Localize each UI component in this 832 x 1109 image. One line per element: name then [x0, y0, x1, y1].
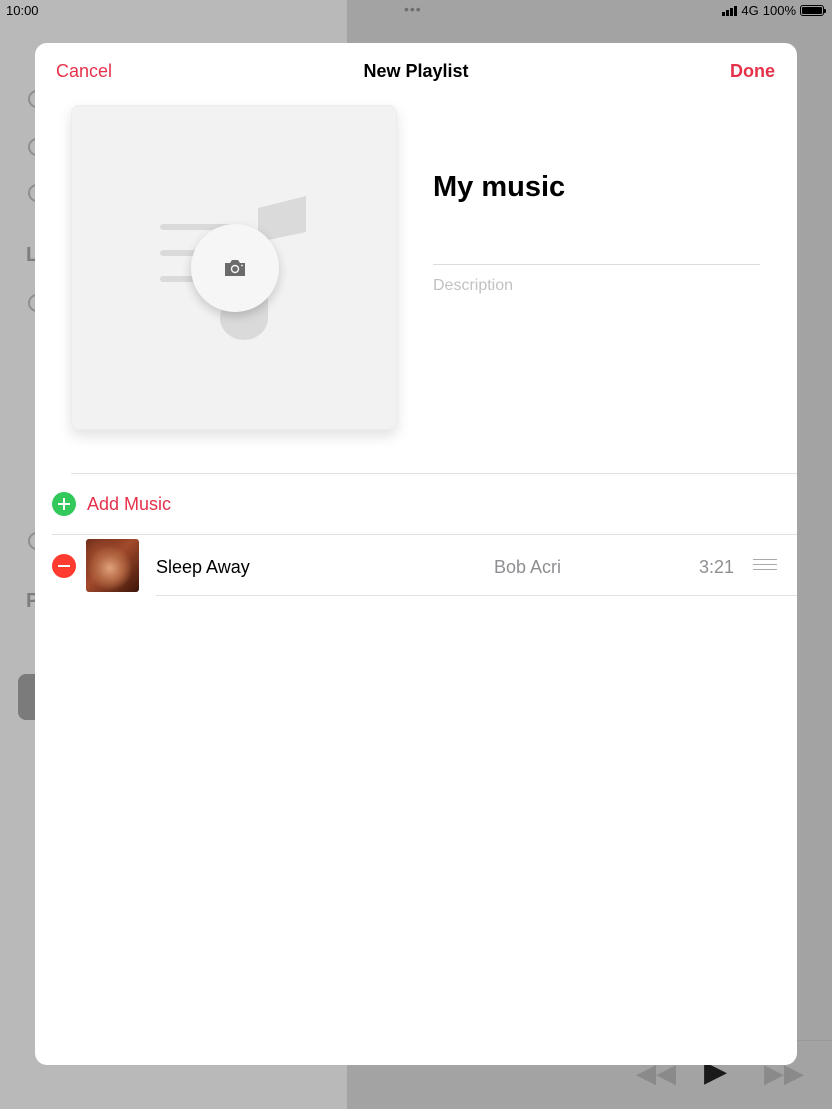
camera-button[interactable] [191, 224, 279, 312]
track-row[interactable]: Sleep Away Bob Acri 3:21 [35, 535, 797, 595]
done-button[interactable]: Done [730, 61, 775, 82]
plus-circle-icon [52, 492, 76, 516]
name-divider [433, 264, 760, 265]
status-time: 10:00 [6, 3, 39, 18]
row-divider [156, 595, 797, 596]
sheet-title: New Playlist [363, 61, 469, 81]
battery-percent: 100% [762, 3, 796, 18]
add-music-label: Add Music [87, 493, 172, 514]
drag-handle-icon[interactable] [753, 559, 777, 571]
status-bar: 10:00 ••• 4G 100% [0, 0, 832, 22]
camera-icon [225, 260, 245, 276]
track-artwork [86, 539, 139, 592]
signal-icon [722, 5, 738, 16]
new-playlist-sheet: Cancel New Playlist Done My music Add Mu… [35, 43, 797, 1065]
battery-icon [800, 5, 826, 16]
multitask-dots[interactable]: ••• [404, 1, 422, 17]
playlist-artwork[interactable] [71, 105, 397, 430]
status-indicators: 4G 100% [722, 3, 826, 18]
description-input[interactable] [433, 275, 760, 297]
track-title: Sleep Away [156, 557, 250, 577]
minus-circle-icon[interactable] [52, 554, 76, 578]
track-duration: 3:21 [699, 557, 735, 577]
section-divider [71, 473, 797, 474]
network-type: 4G [741, 3, 759, 18]
add-music-button[interactable]: Add Music [52, 492, 171, 516]
playlist-name-field[interactable]: My music [433, 171, 565, 204]
track-artist: Bob Acri [494, 557, 562, 577]
